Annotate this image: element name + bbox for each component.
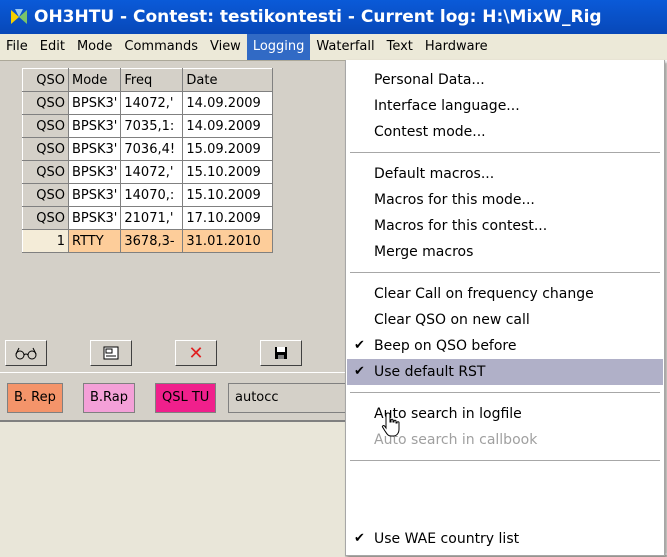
macro-button-qsl-tu[interactable]: QSL TU [155, 383, 217, 413]
cell-mode: BPSK3' [67, 160, 122, 184]
checkmark-icon: ✔ [354, 338, 365, 353]
row-label: QSO [22, 160, 69, 184]
table-row[interactable]: QSO BPSK3' 7035,1: 14.09.2009 [22, 114, 274, 138]
menu-item-clear-qso-on-new-call[interactable]: Clear QSO on new call [347, 307, 663, 333]
menu-waterfall[interactable]: Waterfall [310, 34, 380, 60]
cell-date[interactable]: 31.01.2010 [182, 229, 274, 253]
menu-item-merge-macros[interactable]: Merge macros [347, 239, 663, 265]
menu-mode[interactable]: Mode [71, 34, 118, 60]
window-title: OH3HTU - Contest: testikontesti - Curren… [34, 7, 602, 27]
row-label: 1 [22, 229, 69, 253]
menu-item-beep-on-qso-before[interactable]: ✔ Beep on QSO before [347, 333, 663, 359]
menu-bar: File Edit Mode Commands View Logging Wat… [0, 34, 667, 61]
menu-hardware[interactable]: Hardware [419, 34, 494, 60]
menu-commands[interactable]: Commands [118, 34, 204, 60]
title-bar: OH3HTU - Contest: testikontesti - Curren… [0, 0, 667, 34]
menu-edit[interactable]: Edit [34, 34, 71, 60]
cell-freq: 7036,4! [120, 137, 184, 161]
cell-mode: BPSK3' [67, 91, 122, 115]
menu-separator [350, 152, 660, 153]
save-button[interactable] [260, 340, 302, 366]
cell-freq: 14070,: [120, 183, 184, 207]
column-header-freq[interactable]: Freq [120, 68, 184, 92]
card-button[interactable] [90, 340, 132, 366]
logging-dropdown-menu: Personal Data... Interface language... C… [345, 60, 665, 556]
cell-freq: 14072,' [120, 160, 184, 184]
cell-mode: BPSK3' [67, 206, 122, 230]
cell-freq: 21071,' [120, 206, 184, 230]
macro-button-brap[interactable]: B.Rap [83, 383, 136, 413]
menu-item-macros-for-mode[interactable]: Macros for this mode... [347, 187, 663, 213]
menu-item-use-wae-country-list[interactable]: ✔ Use WAE country list [347, 526, 663, 552]
menu-item-macros-for-contest[interactable]: Macros for this contest... [347, 213, 663, 239]
cell-date: 14.09.2009 [182, 91, 274, 115]
cell-date: 17.10.2009 [182, 206, 274, 230]
table-row[interactable]: QSO BPSK3' 14070,: 15.10.2009 [22, 183, 274, 207]
menu-file[interactable]: File [0, 34, 34, 60]
cell-freq[interactable]: 3678,3- [120, 229, 184, 253]
table-header-row: QSO Mode Freq Date [22, 68, 274, 92]
menu-separator [350, 392, 660, 393]
table-row[interactable]: QSO BPSK3' 21071,' 17.10.2009 [22, 206, 274, 230]
row-label: QSO [22, 206, 69, 230]
menu-item-default-macros[interactable]: Default macros... [347, 161, 663, 187]
cell-mode: BPSK3' [67, 137, 122, 161]
menu-separator [350, 460, 660, 461]
cell-freq: 14072,' [120, 91, 184, 115]
cell-mode: BPSK3' [67, 114, 122, 138]
save-icon [275, 347, 287, 359]
menu-logging[interactable]: Logging [246, 34, 311, 60]
table-row[interactable]: QSO BPSK3' 14072,' 15.10.2009 [22, 160, 274, 184]
cell-freq: 7035,1: [120, 114, 184, 138]
cell-date: 15.10.2009 [182, 160, 274, 184]
menu-item-contest-mode[interactable]: Contest mode... [347, 119, 663, 145]
macro-button-autocc[interactable]: autocc [228, 383, 351, 413]
table-row[interactable]: QSO BPSK3' 14072,' 14.09.2009 [22, 91, 274, 115]
menu-item-interface-language[interactable]: Interface language... [347, 93, 663, 119]
cell-date: 15.10.2009 [182, 183, 274, 207]
row-label: QSO [22, 137, 69, 161]
checkmark-icon: ✔ [354, 364, 365, 379]
app-icon [11, 9, 27, 24]
cell-mode: BPSK3' [67, 183, 122, 207]
cell-date: 15.09.2009 [182, 137, 274, 161]
checkmark-icon: ✔ [354, 531, 365, 546]
mouse-cursor-icon [381, 412, 400, 437]
qso-log-table: QSO Mode Freq Date QSO BPSK3' 14072,' 14.09… [22, 68, 274, 253]
delete-icon: ✕ [188, 342, 204, 364]
table-row-current[interactable]: 1 RTTY 3678,3- 31.01.2010 [22, 229, 274, 253]
menu-view[interactable]: View [204, 34, 247, 60]
column-header-mode[interactable]: Mode [67, 68, 122, 92]
row-label: QSO [22, 114, 69, 138]
delete-button[interactable]: ✕ [175, 340, 217, 366]
macro-button-brep[interactable]: B. Rep [7, 383, 63, 413]
glasses-icon [15, 347, 37, 360]
cell-mode[interactable]: RTTY [67, 229, 122, 253]
row-label: QSO [22, 91, 69, 115]
menu-text[interactable]: Text [381, 34, 419, 60]
card-icon [103, 346, 119, 360]
menu-item-personal-data[interactable]: Personal Data... [347, 67, 663, 93]
row-label: QSO [22, 183, 69, 207]
menu-item-clear-call-on-freq[interactable]: Clear Call on frequency change [347, 281, 663, 307]
column-header-date[interactable]: Date [182, 68, 274, 92]
table-row[interactable]: QSO BPSK3' 7036,4! 15.09.2009 [22, 137, 274, 161]
column-header-qso[interactable]: QSO [22, 68, 69, 92]
lookup-button[interactable] [5, 340, 47, 366]
cell-date: 14.09.2009 [182, 114, 274, 138]
text-receive-area[interactable] [0, 420, 345, 557]
menu-separator [350, 272, 660, 273]
macro-bar: B. Rep B.Rap QSL TU autocc [0, 372, 351, 417]
menu-item-use-default-rst[interactable]: ✔ Use default RST [347, 359, 663, 385]
